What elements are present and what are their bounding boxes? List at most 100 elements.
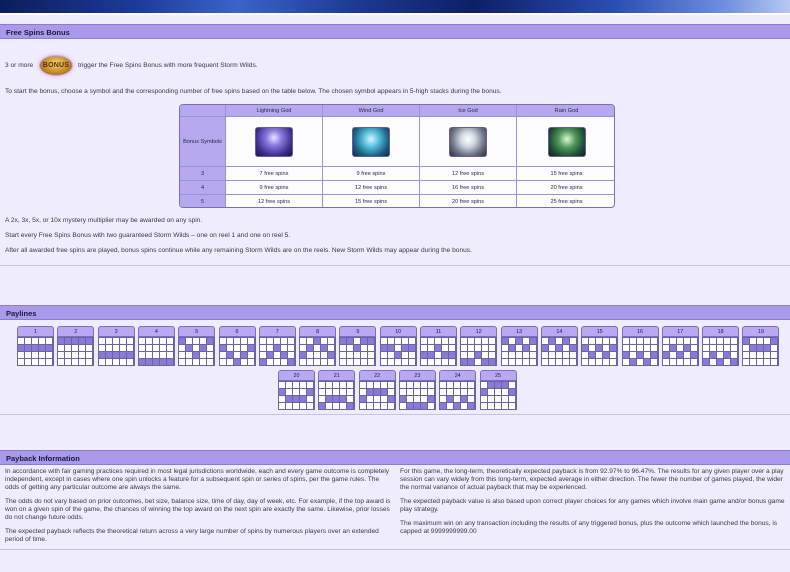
payline-cell [259, 345, 267, 352]
payline-cell [596, 345, 604, 352]
payline-cell [482, 345, 490, 352]
payline-cell [86, 338, 94, 345]
payline-cell [449, 345, 456, 352]
payline-cell [65, 359, 73, 366]
section-divider [0, 265, 790, 266]
table-corner [180, 105, 226, 117]
payline-cell [207, 359, 215, 366]
payline-cell [724, 359, 732, 366]
payline-cell [207, 345, 215, 352]
payline-cell [401, 338, 409, 345]
payline-cell [750, 338, 758, 345]
payline-cell [240, 338, 248, 345]
payline-cell [380, 382, 388, 389]
payline-cell [676, 345, 684, 352]
payline-cell [449, 338, 456, 345]
payline-cell [152, 352, 160, 359]
payline-cell [105, 352, 113, 359]
payline-cell [380, 389, 388, 396]
payline-cell [145, 359, 153, 366]
payline-cell [643, 359, 651, 366]
payline-pattern [540, 337, 578, 366]
payline-cell [494, 382, 502, 389]
payline-cell [98, 359, 106, 366]
payline-cell [541, 352, 549, 359]
payline-cell [710, 359, 718, 366]
payline-cell [461, 352, 469, 359]
payline-cell [548, 359, 556, 366]
free-spins-header: Free Spins Bonus [0, 24, 790, 39]
payline-cell [266, 352, 274, 359]
payline-cell [764, 345, 772, 352]
payline-cell [58, 352, 66, 359]
payline-cell [428, 338, 435, 345]
payline-number: 18 [702, 326, 740, 337]
payline-cell [300, 396, 307, 403]
payline-cell [300, 359, 308, 366]
payline-cell [589, 359, 597, 366]
payline-cell [280, 338, 288, 345]
payline-cell [58, 338, 66, 345]
payline-cell [454, 389, 462, 396]
payback-paragraph: In accordance with fair gaming practices… [5, 468, 390, 491]
row-count: 4 [180, 181, 226, 195]
payline-cell [72, 352, 80, 359]
payline-number: 11 [420, 326, 457, 337]
payline-pattern [299, 337, 337, 366]
payline-cell [501, 403, 509, 410]
payline-cell [105, 359, 113, 366]
payline-cell [259, 352, 267, 359]
payline-cell [307, 396, 314, 403]
payline-cell [280, 359, 288, 366]
payline-cell [690, 352, 698, 359]
top-banner [0, 0, 790, 13]
payline-cell [112, 338, 120, 345]
payline-cell [508, 345, 516, 352]
payline-cell [428, 359, 435, 366]
payline-cell [126, 345, 134, 352]
payline-card: 19 [742, 326, 780, 366]
payline-cell [629, 345, 637, 352]
payline-cell [420, 382, 428, 389]
payline-cell [428, 345, 435, 352]
payline-number: 24 [439, 370, 477, 381]
payline-cell [487, 396, 495, 403]
payline-cell [219, 352, 227, 359]
payline-cell [408, 345, 416, 352]
payline-cell [710, 352, 718, 359]
payline-cell [152, 338, 160, 345]
payline-cell [387, 396, 395, 403]
payline-cell [193, 352, 201, 359]
payline-cell [494, 396, 502, 403]
table-cell: 15 free spins [323, 195, 420, 207]
payline-pattern [460, 337, 498, 366]
payline-cell [328, 338, 336, 345]
payline-cell [287, 345, 295, 352]
payline-cell [340, 389, 348, 396]
payline-cell [569, 338, 577, 345]
payline-cell [25, 359, 32, 366]
payline-cell [373, 403, 381, 410]
payline-cell [703, 338, 711, 345]
payline-cell [359, 403, 367, 410]
payline-cell [482, 359, 490, 366]
payline-pattern [97, 337, 135, 366]
section-divider [0, 549, 790, 550]
payline-cell [387, 338, 395, 345]
payline-cell [65, 345, 73, 352]
payline-cell [508, 403, 516, 410]
payline-cell [501, 345, 509, 352]
payline-cell [387, 389, 395, 396]
payline-cell [145, 345, 153, 352]
payline-cell [650, 352, 658, 359]
payline-cell [226, 338, 234, 345]
payline-cell [487, 382, 495, 389]
payline-cell [314, 352, 322, 359]
payback-paragraph: The expected payback reflects the theore… [5, 528, 379, 543]
payline-cell [717, 345, 725, 352]
payline-cell [186, 352, 194, 359]
note-multiplier: A 2x, 3x, 5x, or 10x mystery multiplier … [5, 217, 203, 224]
payback-header: Payback Information [0, 450, 790, 465]
payline-cell [757, 338, 765, 345]
payline-cell [482, 352, 490, 359]
